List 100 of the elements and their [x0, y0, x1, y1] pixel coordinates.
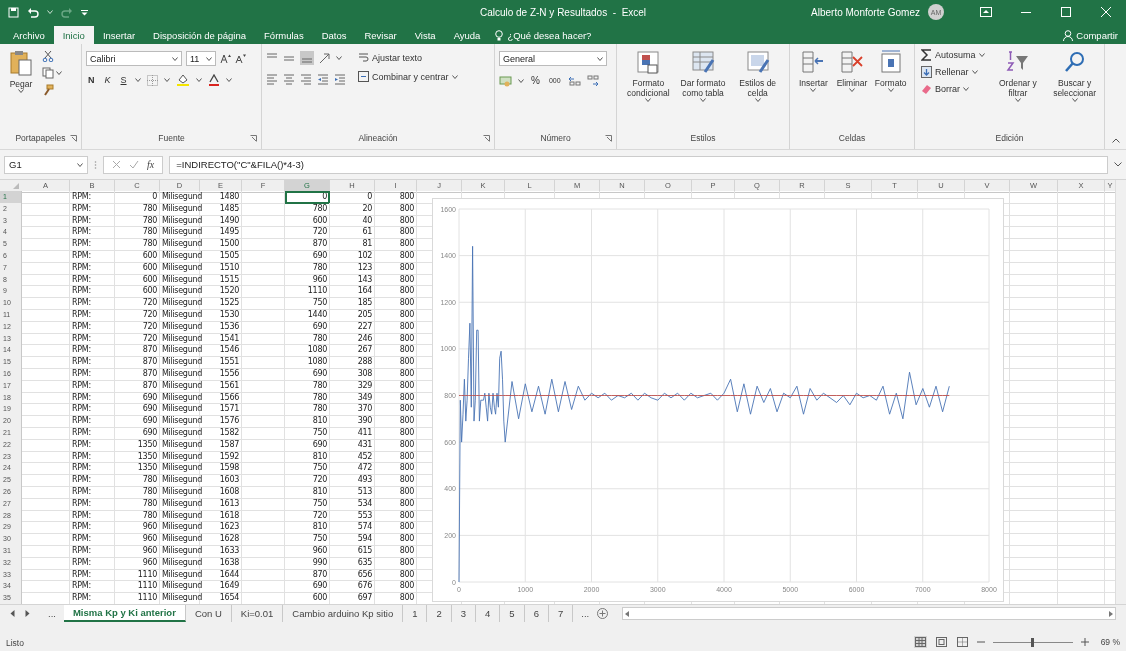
editing-button[interactable]: Buscar y seleccionar [1049, 48, 1100, 133]
caret-icon[interactable] [206, 56, 212, 61]
person-icon[interactable] [1063, 29, 1074, 41]
styles-button[interactable]: Dar formato como tabla [675, 48, 731, 133]
dialog-launcher-icon[interactable] [483, 135, 490, 142]
editing-button[interactable]: Ordenar y filtrar [992, 48, 1044, 133]
decrease-decimal-icon[interactable] [585, 75, 599, 86]
caret-icon[interactable] [1071, 98, 1078, 103]
font-name-field[interactable]: Calibri [86, 51, 182, 66]
caret-icon[interactable] [963, 87, 969, 91]
ribbon-display-icon[interactable] [980, 7, 992, 17]
dialog-launcher-icon[interactable] [250, 135, 257, 142]
percent-button[interactable]: % [529, 74, 542, 87]
next-sheet-icon[interactable] [25, 610, 30, 617]
zoom-level[interactable]: 69 % [1100, 637, 1120, 647]
insert-function-button[interactable]: fx [147, 159, 155, 170]
check-icon[interactable] [129, 160, 139, 169]
share-button[interactable]: Compartir [1076, 29, 1118, 41]
borders-icon[interactable] [146, 74, 158, 86]
caret-icon[interactable] [645, 98, 652, 103]
increase-indent-icon[interactable] [334, 73, 346, 85]
shrink-font-icon[interactable] [235, 53, 246, 64]
fill-color-icon[interactable] [175, 74, 190, 86]
close-icon[interactable] [1101, 7, 1111, 17]
caret-icon[interactable] [810, 88, 817, 93]
bold-button[interactable]: N [86, 74, 97, 86]
grow-font-icon[interactable] [220, 53, 231, 64]
collapse-ribbon-icon[interactable] [1112, 138, 1120, 143]
caret-icon[interactable] [887, 88, 894, 93]
cells-button[interactable]: Formato [871, 48, 910, 133]
ribbon-tab[interactable]: Fórmulas [255, 26, 313, 44]
more-sheets-button[interactable]: ... [573, 608, 598, 619]
editing-button[interactable]: Rellenar [919, 65, 987, 79]
add-sheet-icon[interactable] [597, 608, 609, 619]
format-painter-icon[interactable] [42, 84, 54, 96]
ribbon-tab[interactable]: Inicio [53, 26, 94, 44]
dialog-launcher-icon[interactable] [605, 135, 612, 142]
formula-field[interactable]: =INDIRECTO("C"&FILA()*4-3) [169, 155, 1108, 174]
ribbon-tab[interactable]: Datos [312, 26, 356, 44]
caret-icon[interactable] [172, 56, 178, 61]
undo-icon[interactable] [27, 6, 39, 18]
zoom-in-icon[interactable] [1080, 638, 1089, 646]
ribbon-tab[interactable]: Vista [405, 26, 445, 44]
caret-icon[interactable] [597, 56, 603, 61]
maximize-icon[interactable] [1061, 7, 1071, 17]
caret-icon[interactable] [978, 53, 985, 57]
dialog-launcher-icon[interactable] [70, 135, 77, 142]
styles-button[interactable]: Estilos de celda [730, 48, 785, 133]
caret-icon[interactable] [518, 78, 524, 83]
caret-icon[interactable] [971, 70, 978, 74]
styles-button[interactable]: Formato condicional [621, 48, 676, 133]
caret-icon[interactable] [700, 98, 706, 103]
caret-icon[interactable] [77, 162, 83, 167]
ribbon-tab[interactable]: Insertar [93, 26, 145, 44]
ribbon-tab[interactable]: Archivo [4, 26, 54, 44]
sheet-tab[interactable]: Misma Kp y Ki anterior [63, 605, 186, 622]
editing-button[interactable]: Borrar [919, 82, 987, 96]
cells-button[interactable]: Eliminar [832, 48, 872, 133]
increase-decimal-icon[interactable] [567, 75, 581, 86]
orientation-icon[interactable] [319, 52, 331, 64]
decrease-indent-icon[interactable] [317, 73, 329, 85]
caret-icon[interactable] [163, 78, 170, 82]
scroll-right-icon[interactable] [1107, 609, 1115, 618]
editing-button[interactable]: Autosuma [919, 48, 987, 62]
view-button[interactable] [955, 636, 969, 648]
number-format-field[interactable]: General [499, 51, 607, 66]
caret-icon[interactable] [849, 88, 855, 93]
vertical-scrollbar[interactable] [1115, 180, 1126, 604]
wrap-text-button[interactable]: Ajustar texto [356, 51, 460, 64]
underline-button[interactable]: S [118, 74, 129, 86]
tell-me-field[interactable]: ¿Qué desea hacer? [507, 29, 592, 41]
caret-icon[interactable] [754, 98, 761, 103]
paste-button[interactable]: Pegar [4, 48, 38, 133]
ribbon-tab[interactable]: Revisar [355, 26, 406, 44]
caret-icon[interactable] [56, 71, 62, 75]
name-box[interactable]: G1 [4, 155, 88, 174]
view-button[interactable] [934, 636, 948, 648]
cancel-icon[interactable] [112, 160, 121, 169]
font-color-icon[interactable] [207, 74, 220, 86]
caret-icon[interactable] [1014, 98, 1021, 103]
save-icon[interactable] [8, 6, 19, 18]
caret-icon[interactable] [18, 89, 24, 94]
font-size-field[interactable]: 11 [186, 51, 216, 66]
caret-icon[interactable] [336, 56, 342, 60]
more-sheets-button[interactable]: ... [40, 608, 64, 619]
italic-button[interactable]: K [102, 74, 113, 86]
zoom-slider[interactable] [1031, 637, 1035, 647]
merge-center-button[interactable]: Combinar y centrar [356, 70, 460, 83]
cells-button[interactable]: Insertar [794, 48, 833, 133]
previous-sheet-icon[interactable] [10, 610, 15, 617]
caret-icon[interactable] [451, 74, 458, 79]
view-button[interactable] [913, 636, 927, 648]
caret-icon[interactable] [195, 78, 202, 82]
lightbulb-icon[interactable] [495, 29, 504, 41]
ribbon-tab[interactable]: Disposición de página [144, 26, 256, 44]
expand-icon[interactable] [1114, 162, 1122, 167]
ribbon-tab[interactable]: Ayuda [444, 26, 490, 44]
copy-icon[interactable] [42, 67, 54, 79]
caret-icon[interactable] [225, 78, 232, 82]
scroll-left-icon[interactable] [623, 609, 632, 618]
